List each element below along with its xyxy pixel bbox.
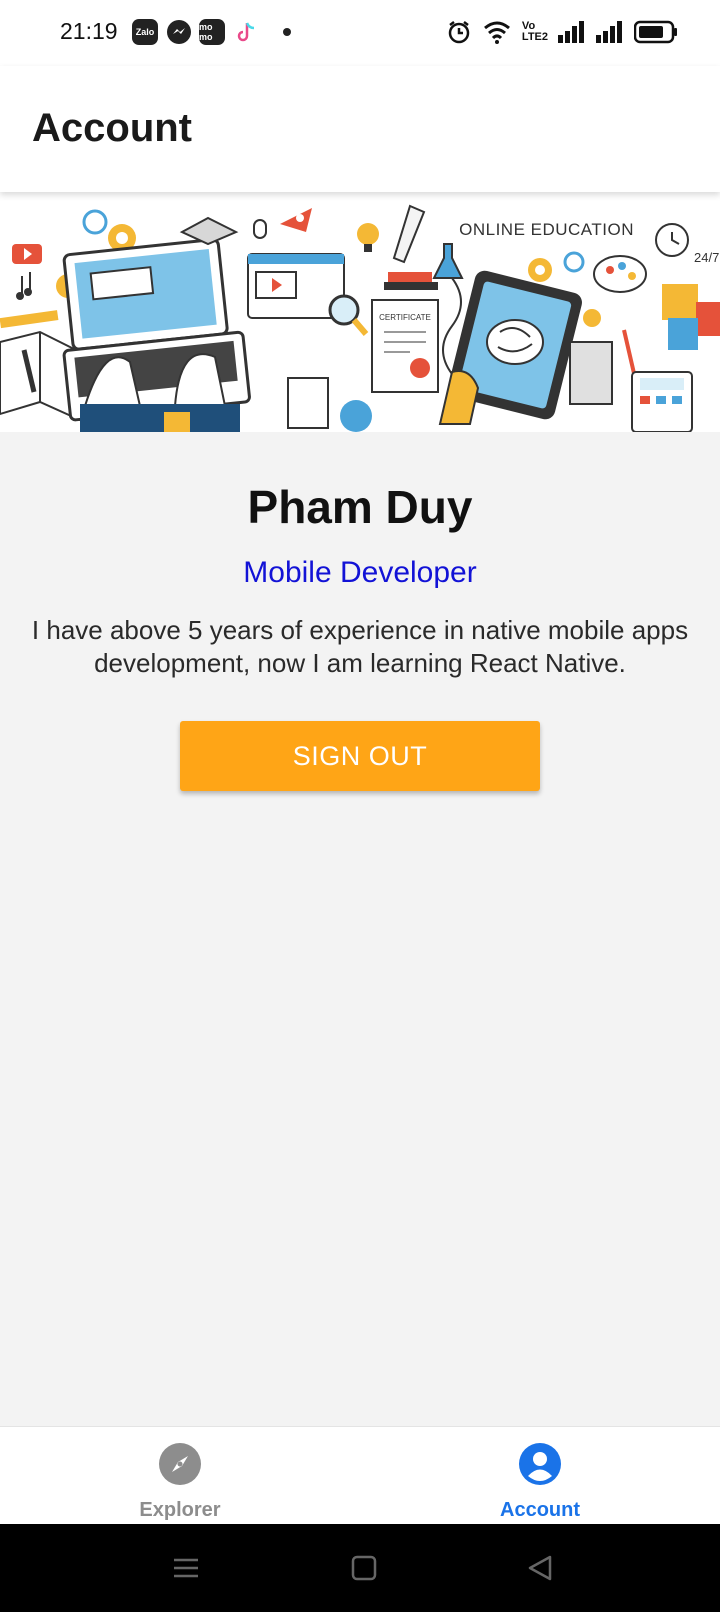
tab-account-label: Account bbox=[500, 1499, 580, 1521]
messenger-icon bbox=[166, 19, 192, 50]
certificate-label: CERTIFICATE bbox=[379, 313, 431, 322]
clock-label: 24/7 bbox=[694, 250, 719, 265]
home-square-icon bbox=[351, 1555, 377, 1581]
account-icon bbox=[519, 1443, 561, 1485]
profile-bio: I have above 5 years of experience in na… bbox=[31, 615, 689, 678]
profile-section: Pham Duy Mobile Developer I have above 5… bbox=[0, 432, 720, 680]
bottom-tab-bar: Explorer Account bbox=[0, 1426, 720, 1524]
tiktok-icon bbox=[233, 19, 259, 50]
signal-icon bbox=[596, 21, 624, 43]
sign-out-button[interactable]: SIGN OUT bbox=[180, 721, 540, 791]
status-time: 21:19 bbox=[60, 18, 118, 44]
battery-icon bbox=[634, 20, 678, 44]
zalo-app-icon: Zalo bbox=[132, 19, 158, 45]
banner-caption: ONLINE EDUCATION bbox=[459, 220, 634, 239]
profile-name: Pham Duy bbox=[247, 481, 473, 533]
volte-icon: Vo LTE2 bbox=[521, 20, 548, 43]
home-button[interactable] bbox=[346, 1550, 382, 1586]
menu-icon bbox=[174, 1558, 198, 1578]
tab-account[interactable]: Account bbox=[360, 1427, 720, 1525]
app-header: Account bbox=[0, 66, 720, 192]
notification-dot bbox=[283, 28, 291, 36]
recent-apps-button[interactable] bbox=[168, 1550, 204, 1586]
profile-role: Mobile Developer bbox=[243, 556, 477, 589]
status-indicators: Vo LTE2 bbox=[446, 18, 678, 46]
tab-explorer[interactable]: Explorer bbox=[0, 1427, 360, 1525]
online-education-banner: CERTIFICATE 24/7 ONLINE EDUCATION bbox=[0, 192, 720, 432]
signal-icon bbox=[558, 21, 586, 43]
momo-app-icon: mo mo bbox=[199, 19, 225, 45]
compass-icon bbox=[159, 1443, 201, 1485]
alarm-icon bbox=[446, 19, 472, 45]
sign-out-label: SIGN OUT bbox=[292, 740, 428, 771]
back-button[interactable] bbox=[522, 1550, 558, 1586]
tab-explorer-label: Explorer bbox=[139, 1499, 221, 1521]
system-navigation-bar bbox=[0, 1524, 720, 1612]
status-bar: 21:19 Zalo mo mo Vo LTE2 bbox=[0, 0, 720, 66]
page-title: Account bbox=[32, 106, 192, 150]
wifi-icon bbox=[482, 19, 512, 45]
back-triangle-icon bbox=[528, 1555, 552, 1581]
